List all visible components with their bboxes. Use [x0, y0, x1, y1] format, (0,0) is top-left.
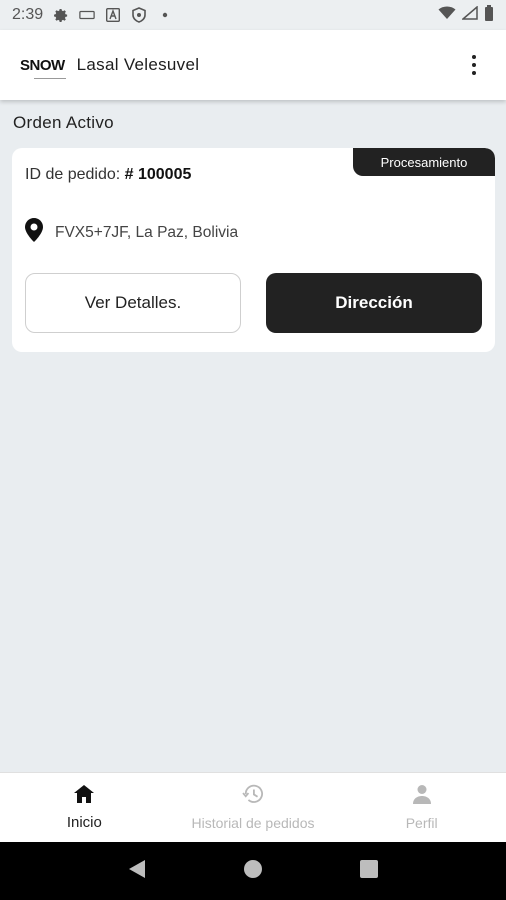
shield-icon [131, 7, 147, 23]
wifi-icon [438, 6, 456, 25]
active-order-card: Procesamiento ID de pedido: # 100005 FVX… [12, 148, 495, 352]
notification-badge-icon [79, 7, 95, 23]
logo-underline [34, 77, 66, 79]
bottom-nav: Inicio Historial de pedidos Perfil [0, 772, 506, 842]
direction-button[interactable]: Dirección [266, 273, 482, 333]
order-id: ID de pedido: # 100005 [25, 166, 191, 184]
more-options-icon[interactable] [462, 50, 486, 80]
status-right [438, 4, 494, 26]
battery-icon [484, 4, 494, 26]
view-details-button[interactable]: Ver Detalles. [25, 273, 241, 333]
back-icon[interactable] [128, 859, 146, 884]
snow-logo: SNOW [20, 56, 66, 79]
dot-icon [157, 7, 173, 23]
order-id-label: ID de pedido: [25, 166, 125, 183]
address-text: FVX5+7JF, La Paz, Bolivia [55, 223, 239, 241]
nav-label-profile: Perfil [405, 815, 438, 831]
nav-label-history: Historial de pedidos [191, 815, 315, 831]
order-id-value: # 100005 [124, 166, 192, 183]
order-address: FVX5+7JF, La Paz, Bolivia [25, 218, 238, 247]
menu-dot [472, 71, 476, 75]
nav-item-history[interactable]: Historial de pedidos [169, 773, 338, 842]
status-left: 2:39 [12, 6, 173, 24]
location-pin-icon [25, 218, 43, 247]
app-bar: SNOW Lasal Velesuvel [0, 30, 506, 100]
settings-icon [53, 7, 69, 23]
nav-label-home: Inicio [66, 813, 102, 831]
home-icon [74, 784, 95, 808]
signal-icon [460, 4, 478, 25]
nav-item-profile[interactable]: Perfil [337, 773, 506, 842]
history-icon [242, 784, 264, 809]
logo-text: SNOW [20, 56, 65, 74]
person-icon [412, 784, 432, 809]
menu-dot [472, 55, 476, 59]
font-a-icon [105, 7, 121, 23]
menu-dot [472, 63, 476, 67]
status-badge: Procesamiento [353, 148, 495, 176]
recents-icon[interactable] [359, 859, 378, 883]
home-circle-icon[interactable] [243, 859, 263, 884]
app-title: Lasal Velesuvel [76, 55, 200, 74]
status-time: 2:39 [12, 6, 44, 23]
section-title: Orden Activo [13, 113, 114, 132]
system-nav-bar [0, 842, 506, 900]
nav-item-home[interactable]: Inicio [0, 773, 169, 842]
status-bar: 2:39 [0, 0, 506, 30]
